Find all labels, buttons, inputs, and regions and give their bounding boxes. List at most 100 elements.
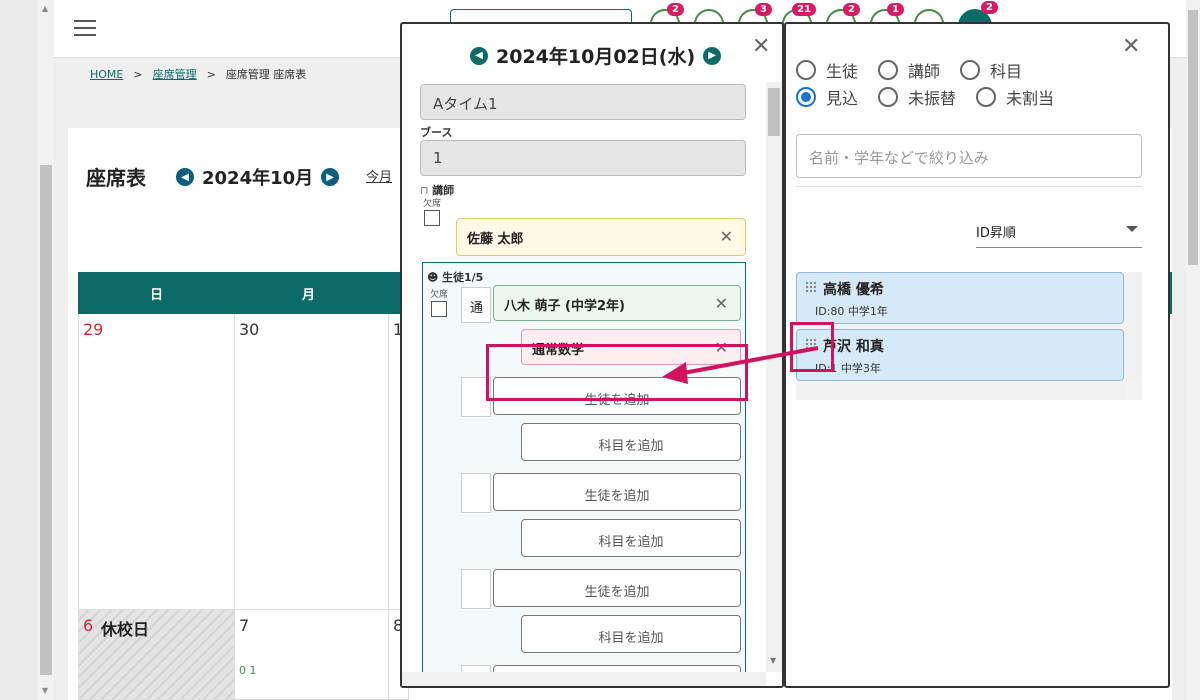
radio-circle[interactable] [796, 60, 816, 80]
radio-subject[interactable]: 科目 [960, 58, 1022, 82]
prev-month-icon[interactable]: ◀ [176, 168, 194, 186]
candidate-modal: ✕ 生徒 講師 科目 見込 未振替 未割当 名前・学年などで絞り込み ID昇順 … [784, 22, 1170, 688]
teacher-chip[interactable]: 佐藤 太郎 ✕ [456, 218, 746, 256]
list-hscrollbar[interactable] [796, 384, 1126, 400]
attendance-type[interactable]: 通 [461, 287, 491, 323]
prev-day-icon[interactable]: ◀ [470, 46, 488, 65]
radio-unrescheduled[interactable]: 未振替 [878, 85, 956, 109]
close-icon[interactable]: ✕ [752, 34, 770, 59]
target-highlight-box [486, 344, 748, 401]
radio-circle[interactable] [878, 60, 899, 80]
radio-prospect[interactable]: 見込 [796, 85, 858, 109]
modal-header: ◀ 2024年10月02日(水) ▶ ✕ [402, 24, 782, 82]
drag-handle-icon[interactable] [805, 281, 817, 293]
month-label: 2024年10月 [202, 168, 314, 189]
badge: 21 [792, 3, 816, 16]
source-highlight-box [790, 322, 834, 372]
radio-unassigned[interactable]: 未割当 [976, 85, 1054, 109]
close-icon[interactable]: ✕ [1122, 34, 1140, 59]
radio-student[interactable]: 生徒 [796, 58, 858, 82]
scroll-down-icon[interactable]: ▼ [770, 656, 776, 665]
divider [796, 186, 1142, 187]
radio-circle-selected[interactable] [796, 87, 816, 107]
candidate-name: 高橋 優希 [823, 282, 884, 298]
add-student-button[interactable]: 生徒を追加 [493, 473, 741, 511]
student-icon: ☻ [427, 271, 442, 284]
candidate-meta: ID:80 中学1年 [815, 305, 888, 318]
add-student-button[interactable]: 生徒を追加 [493, 569, 741, 607]
filter-search-input[interactable]: 名前・学年などで絞り込み [796, 134, 1142, 178]
remove-student-icon[interactable]: ✕ [715, 294, 728, 313]
hamburger-menu-icon[interactable] [74, 20, 96, 36]
badge: 2 [843, 3, 860, 16]
radio-teacher[interactable]: 講師 [878, 58, 940, 82]
filter-radios-row1: 生徒 講師 科目 [796, 58, 1042, 82]
radio-label: 講師 [908, 62, 941, 81]
right-scroll-thumb[interactable] [1188, 10, 1198, 265]
day-number: 7 [239, 616, 250, 635]
candidate-card[interactable]: 芦沢 和真 ID:1 中学3年 [796, 329, 1124, 381]
breadcrumb-home[interactable]: HOME [90, 68, 123, 81]
absence-label: 欠席 [429, 290, 448, 300]
empty-slot [461, 473, 491, 513]
add-subject-button[interactable]: 科目を追加 [521, 615, 741, 653]
breadcrumb: HOME > 座席管理 > 座席管理 座席表 [90, 66, 306, 82]
breadcrumb-current: 座席管理 座席表 [225, 68, 307, 81]
scroll-up-icon[interactable]: ▲ [42, 4, 48, 13]
teacher-absence-checkbox[interactable] [424, 210, 440, 226]
weekday-mon: 月 [302, 288, 316, 303]
day-number: 6 [83, 616, 94, 635]
absence-label: 欠席 [422, 199, 441, 209]
breadcrumb-sep: > [133, 68, 143, 81]
add-subject-button[interactable]: 科目を追加 [521, 423, 741, 461]
radio-circle[interactable] [878, 87, 899, 107]
page-scrollbar[interactable]: ▲ ▼ [38, 0, 54, 700]
cell-counts: 0 1 [239, 664, 257, 677]
day-number: 29 [83, 320, 104, 339]
remove-teacher-icon[interactable]: ✕ [720, 227, 733, 246]
this-month-link[interactable]: 今月 [366, 166, 392, 185]
right-scrollbar[interactable] [1186, 0, 1200, 700]
time-field: Aタイム1 [420, 84, 746, 120]
next-day-icon[interactable]: ▶ [703, 46, 722, 65]
calendar-cell[interactable]: 7 0 1 [235, 610, 389, 700]
breadcrumb-seat-mgmt[interactable]: 座席管理 [153, 68, 197, 81]
teacher-name: 佐藤 太郎 [467, 232, 524, 247]
radio-circle[interactable] [960, 60, 981, 80]
modal-hscrollbar[interactable] [402, 672, 766, 686]
radio-label: 科目 [990, 62, 1023, 81]
page-title: 座席表 [86, 166, 146, 190]
scroll-down-icon[interactable]: ▼ [42, 686, 48, 695]
students-label: ☻ 生徒1/5 [427, 269, 483, 285]
student-chip[interactable]: 八木 萌子 (中学2年) ✕ [493, 285, 741, 321]
radio-circle[interactable] [976, 87, 997, 107]
booth-label: ブース [420, 126, 453, 139]
sort-select[interactable]: ID昇順 [976, 214, 1142, 248]
chevron-down-icon [1126, 226, 1138, 232]
badge: 2 [667, 3, 684, 16]
modal-date: 2024年10月02日(水) [496, 46, 696, 68]
modal-scrollbar[interactable]: ▼ [766, 82, 782, 672]
badge: 2 [981, 1, 998, 14]
filter-radios-row2: 見込 未振替 未割当 [796, 85, 1074, 109]
breadcrumb-sep: > [206, 68, 216, 81]
radio-label: 生徒 [826, 62, 859, 81]
list-scrollbar[interactable] [1126, 272, 1142, 382]
radio-label: 見込 [826, 89, 859, 108]
candidate-card[interactable]: 高橋 優希 ID:80 中学1年 [796, 272, 1124, 324]
badge: 1 [887, 3, 904, 16]
student-absence-checkbox[interactable] [431, 301, 447, 317]
calendar-cell[interactable]: 29 [79, 314, 235, 610]
holiday-cell[interactable]: 6 休校日 [79, 610, 235, 700]
empty-slot [461, 569, 491, 609]
calendar-cell[interactable]: 30 [235, 314, 389, 610]
page-scroll-thumb[interactable] [40, 165, 52, 675]
student-name: 八木 萌子 (中学2年) [504, 299, 625, 314]
sort-value: ID昇順 [976, 226, 1016, 241]
day-number: 30 [239, 320, 260, 339]
add-subject-button[interactable]: 科目を追加 [521, 519, 741, 557]
students-label-text: 生徒1/5 [441, 271, 484, 284]
month-nav: ◀ 2024年10月 ▶ [176, 164, 340, 190]
modal-scroll-thumb[interactable] [768, 88, 780, 136]
next-month-icon[interactable]: ▶ [321, 168, 340, 186]
